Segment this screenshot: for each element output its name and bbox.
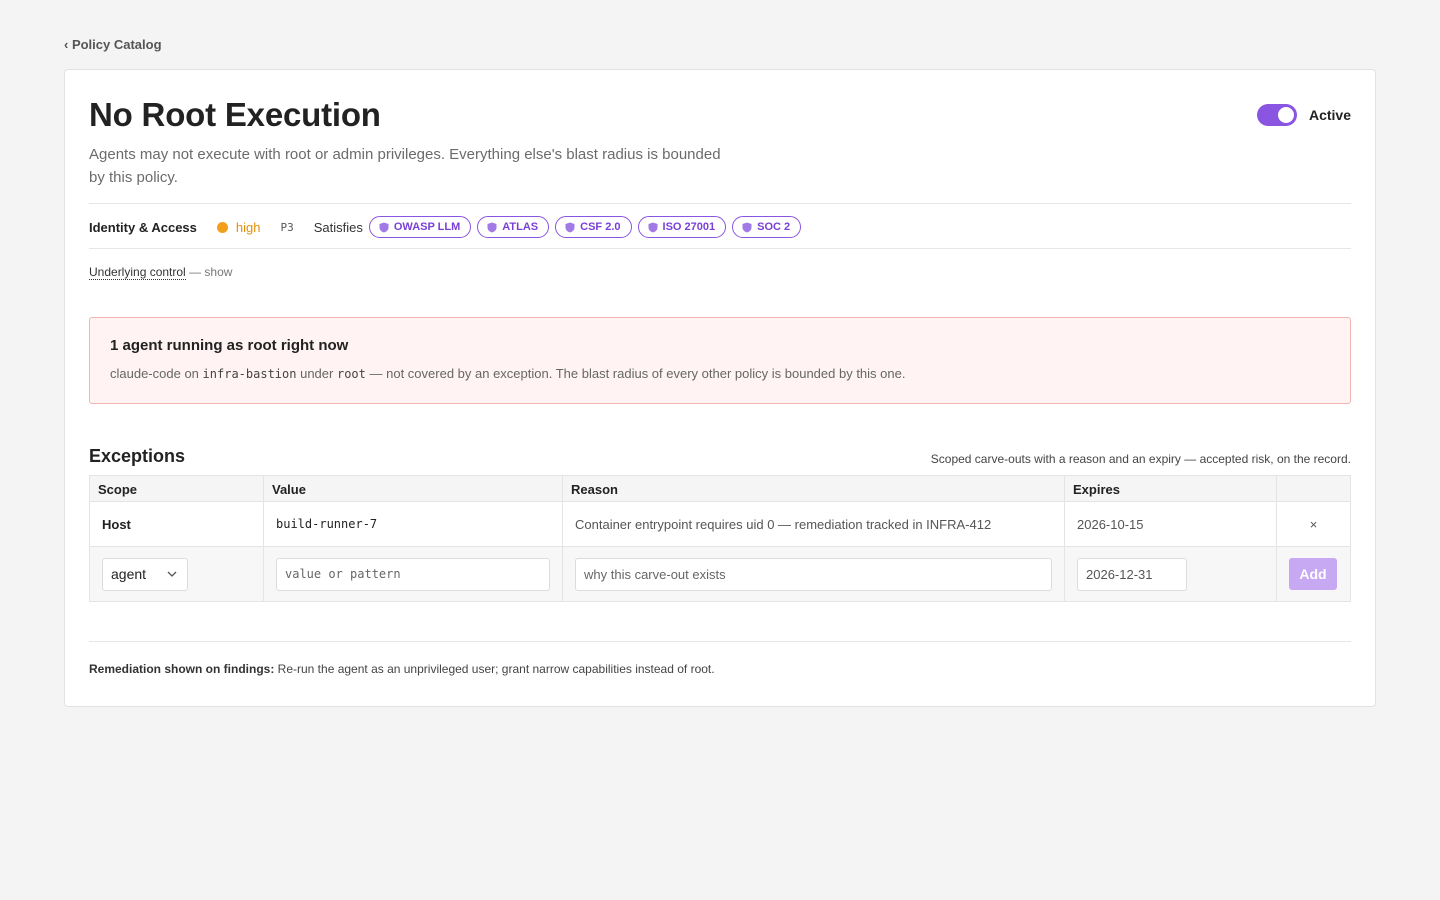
divider [89, 203, 1351, 204]
column-header-reason: Reason [563, 476, 1065, 501]
add-exception-button[interactable]: Add [1289, 558, 1337, 590]
alert-text-on: on [184, 366, 199, 381]
divider [89, 248, 1351, 249]
alert-title: 1 agent running as root right now [110, 337, 349, 354]
new-reason-cell [563, 547, 1065, 601]
policy-description: Agents may not execute with root or admi… [89, 146, 721, 186]
framework-chip-label: ATLAS [502, 221, 539, 233]
exceptions-table: Scope Value Reason Expires Host build-ru… [89, 475, 1351, 602]
exceptions-heading: Exceptions [89, 446, 186, 466]
category-label: Identity & Access [89, 219, 197, 235]
reason-input[interactable] [575, 557, 1052, 591]
framework-chip-atlas[interactable]: ATLAS [477, 216, 550, 238]
toggle-knob [1277, 107, 1294, 123]
column-header-scope: Scope [90, 476, 264, 501]
alert-text-under: under [300, 366, 334, 381]
exception-expires: 2026-10-15 [1065, 502, 1277, 546]
column-header-expires: Expires [1065, 476, 1277, 501]
alert-agent: claude-code [110, 366, 181, 381]
severity-label: high [235, 219, 261, 235]
new-expires-cell [1065, 547, 1277, 601]
page-title: No Root Execution [89, 96, 381, 133]
underlying-control-show-toggle[interactable]: — show [189, 265, 232, 279]
shield-icon [379, 222, 389, 232]
shield-icon [565, 222, 575, 232]
exception-reason: Container entrypoint requires uid 0 — re… [563, 502, 1065, 546]
severity-dot-icon [216, 221, 228, 233]
satisfies-label: Satisfies [313, 219, 363, 235]
framework-chip-soc-2[interactable]: SOC 2 [732, 216, 802, 238]
scope-select[interactable]: agent [102, 557, 188, 591]
framework-chip-label: OWASP LLM [393, 221, 461, 233]
framework-chip-label: SOC 2 [757, 221, 791, 233]
framework-chip-label: ISO 27001 [662, 221, 716, 233]
framework-chip-iso-27001[interactable]: ISO 27001 [637, 216, 727, 238]
remediation-text: Re-run the agent as an unprivileged user… [277, 662, 715, 676]
active-toggle-group: Active [1256, 104, 1351, 126]
scope-select-value: agent [111, 566, 147, 582]
framework-chip-owasp-llm[interactable]: OWASP LLM [368, 216, 472, 238]
remove-exception-close-icon[interactable]: × [1277, 502, 1350, 546]
underlying-control-link[interactable]: Underlying control [89, 265, 186, 280]
value-pattern-input[interactable] [276, 557, 550, 591]
policy-card: No Root Execution Agents may not execute… [64, 69, 1376, 707]
table-header-row: Scope Value Reason Expires [90, 476, 1350, 501]
divider [89, 641, 1351, 642]
root-alert-banner: 1 agent running as root right now claude… [89, 317, 1351, 404]
column-header-actions [1277, 476, 1350, 501]
alert-body: claude-code on infra-bastion under root … [110, 366, 905, 381]
remediation-note: Remediation shown on findings: Re-run th… [89, 662, 715, 676]
exceptions-subtitle: Scoped carve-outs with a reason and an e… [930, 452, 1351, 466]
priority-label: P3 [280, 220, 294, 234]
shield-icon [742, 222, 752, 232]
alert-text-rest: — not covered by an exception. The blast… [369, 366, 906, 381]
new-scope-cell: agent [90, 547, 264, 601]
shield-icon [487, 222, 497, 232]
active-status-label: Active [1308, 107, 1351, 123]
alert-user: root [336, 367, 366, 381]
new-exception-row: agent Add [90, 546, 1350, 601]
framework-chip-label: CSF 2.0 [580, 221, 621, 233]
table-row: Host build-runner-7 Container entrypoint… [90, 501, 1350, 546]
active-toggle[interactable] [1256, 104, 1297, 126]
underlying-control-row: Underlying control — show [89, 265, 232, 280]
new-value-cell [264, 547, 563, 601]
back-to-policy-catalog-link[interactable]: ‹ Policy Catalog [64, 37, 162, 52]
framework-chip-csf[interactable]: CSF 2.0 [555, 216, 632, 238]
expires-date-input[interactable] [1077, 557, 1187, 591]
new-add-cell: Add [1277, 547, 1350, 601]
policy-meta-row: Identity & Access high P3 Satisfies OWAS… [89, 214, 807, 240]
column-header-value: Value [264, 476, 563, 501]
shield-icon [648, 222, 658, 232]
exception-scope: Host [90, 502, 264, 546]
chevron-down-icon [167, 571, 177, 577]
exception-value: build-runner-7 [264, 502, 563, 546]
alert-host: infra-bastion [202, 367, 297, 381]
remediation-label: Remediation shown on findings: [89, 662, 275, 676]
